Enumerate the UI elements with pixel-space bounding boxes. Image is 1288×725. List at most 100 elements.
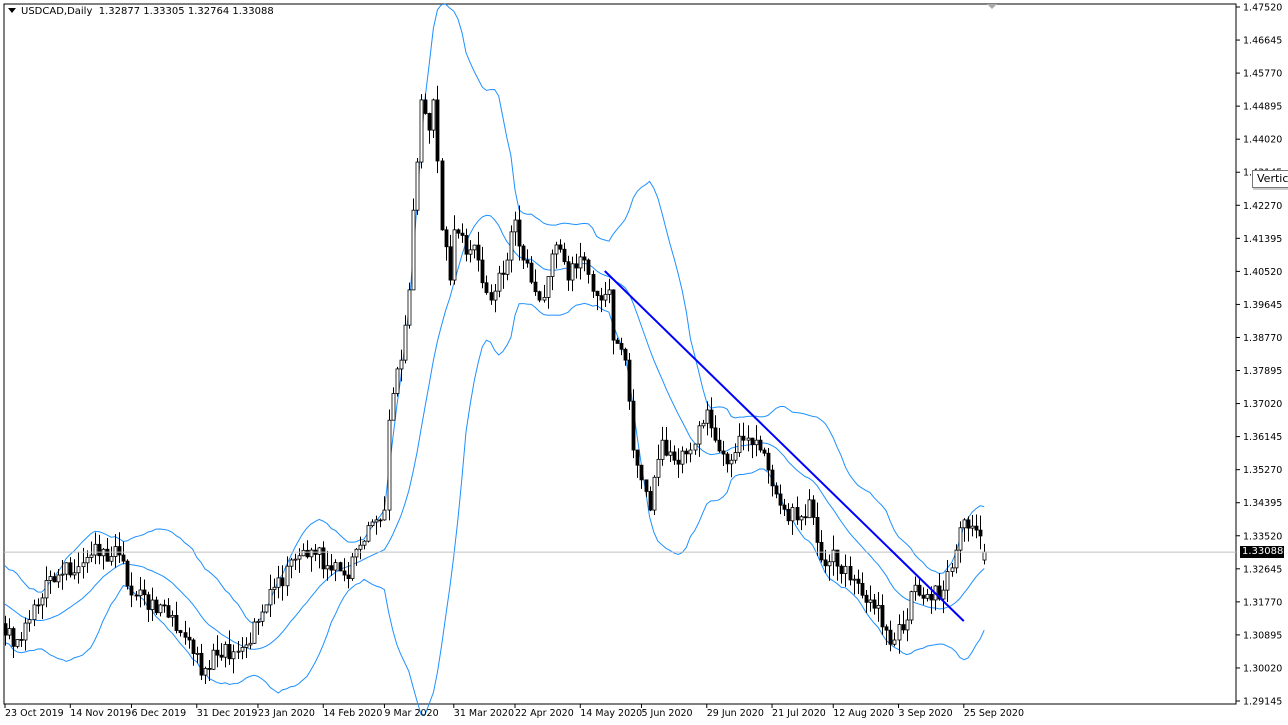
candle-body bbox=[807, 499, 812, 519]
candle-body bbox=[603, 293, 608, 301]
candle-body bbox=[178, 630, 183, 634]
candle-body bbox=[493, 290, 498, 301]
time-tick-label: 29 Jun 2020 bbox=[707, 708, 764, 719]
tooltip: Vertica bbox=[1252, 170, 1288, 188]
low-value: 1.32764 bbox=[187, 6, 230, 17]
candle-body bbox=[758, 439, 763, 451]
candle-body bbox=[819, 542, 824, 561]
candle-body bbox=[223, 644, 228, 658]
candle bbox=[252, 618, 257, 645]
candle-body bbox=[23, 622, 28, 641]
candle-body bbox=[795, 507, 800, 521]
time-tick-label: 23 Jan 2020 bbox=[258, 708, 315, 719]
candle-body bbox=[513, 219, 518, 233]
candle-body bbox=[354, 548, 359, 558]
candle-body bbox=[207, 667, 212, 670]
candle-body bbox=[684, 450, 689, 455]
candle-body bbox=[623, 348, 628, 361]
candle-body bbox=[892, 639, 897, 645]
candle-body bbox=[823, 559, 828, 567]
candle-body bbox=[11, 628, 16, 647]
candle-body bbox=[227, 644, 232, 660]
candle-body bbox=[346, 574, 351, 579]
candle-body bbox=[562, 248, 567, 263]
candle-body bbox=[64, 562, 69, 575]
candle-body bbox=[244, 644, 249, 648]
time-tick-label: 22 Apr 2020 bbox=[515, 708, 574, 719]
candle bbox=[419, 94, 424, 169]
candle-body bbox=[215, 649, 220, 656]
candle-body bbox=[864, 594, 869, 603]
candle-body bbox=[268, 589, 273, 606]
high-value: 1.33305 bbox=[143, 6, 185, 17]
candle-body bbox=[187, 636, 192, 641]
price-tick-label: 1.47520 bbox=[1243, 3, 1282, 14]
candle-body bbox=[790, 507, 795, 522]
candle-body bbox=[729, 459, 734, 465]
price-tick-label: 1.29145 bbox=[1243, 697, 1282, 708]
candle-body bbox=[174, 615, 179, 631]
time-tick-label: 9 Mar 2020 bbox=[384, 708, 438, 719]
candle-body bbox=[574, 263, 579, 269]
time-tick-label: 5 Jun 2020 bbox=[641, 708, 692, 719]
price-tick-label: 1.39645 bbox=[1243, 300, 1282, 311]
candle-body bbox=[97, 543, 102, 557]
candle-body bbox=[799, 516, 804, 521]
candle-body bbox=[546, 276, 551, 298]
candle bbox=[407, 282, 412, 329]
candle-body bbox=[146, 594, 151, 610]
candle-body bbox=[423, 99, 428, 114]
candle-body bbox=[191, 639, 196, 654]
candle-body bbox=[660, 439, 665, 460]
candle-body bbox=[44, 580, 49, 599]
candle-body bbox=[374, 519, 379, 523]
candle-body bbox=[680, 450, 685, 465]
candle-body bbox=[329, 565, 334, 571]
candle-body bbox=[460, 232, 465, 236]
candle-body bbox=[521, 245, 526, 261]
candle-body bbox=[48, 576, 53, 581]
open-value: 1.32877 bbox=[98, 6, 141, 17]
candle-body bbox=[32, 604, 37, 621]
candle-body bbox=[656, 458, 661, 478]
candle-body bbox=[872, 599, 877, 609]
candle-body bbox=[317, 547, 322, 555]
candle-body bbox=[301, 549, 306, 557]
candle-body bbox=[427, 113, 432, 131]
candle bbox=[627, 353, 632, 410]
candle-body bbox=[880, 605, 885, 628]
candle-body bbox=[489, 292, 494, 301]
candle-body bbox=[501, 272, 506, 275]
candle bbox=[350, 552, 355, 581]
candle-body bbox=[183, 632, 188, 638]
candle-body bbox=[639, 464, 644, 481]
candle-body bbox=[203, 667, 208, 676]
candle-body bbox=[644, 479, 649, 492]
price-tick-label: 1.34395 bbox=[1243, 498, 1282, 509]
candle-body bbox=[154, 599, 159, 614]
candle-body bbox=[121, 554, 126, 562]
candle-body bbox=[966, 519, 971, 529]
candle-body bbox=[276, 577, 281, 588]
candle-body bbox=[505, 259, 510, 275]
price-tick-label: 1.44020 bbox=[1243, 135, 1282, 146]
symbol-label: USDCAD,Daily bbox=[21, 6, 93, 17]
candle-body bbox=[293, 558, 298, 561]
candle-body bbox=[668, 451, 673, 456]
candle-body bbox=[158, 604, 163, 614]
price-tick-label: 1.46645 bbox=[1243, 36, 1282, 47]
time-tick-label: 14 Feb 2020 bbox=[323, 708, 382, 719]
candle-body bbox=[440, 160, 445, 231]
price-chart[interactable]: 1.475201.466451.457701.448951.440201.431… bbox=[0, 0, 1288, 725]
candle-body bbox=[929, 594, 934, 601]
candle-body bbox=[195, 652, 200, 655]
dropdown-triangle-icon[interactable] bbox=[8, 8, 16, 13]
candle-body bbox=[888, 629, 893, 645]
price-tick-label: 1.32645 bbox=[1243, 564, 1282, 575]
candle-body bbox=[444, 229, 449, 248]
candle bbox=[909, 590, 914, 625]
candle-body bbox=[407, 289, 412, 326]
candle-body bbox=[117, 546, 122, 556]
price-tick-label: 1.31770 bbox=[1243, 597, 1282, 608]
candle-body bbox=[138, 589, 143, 597]
